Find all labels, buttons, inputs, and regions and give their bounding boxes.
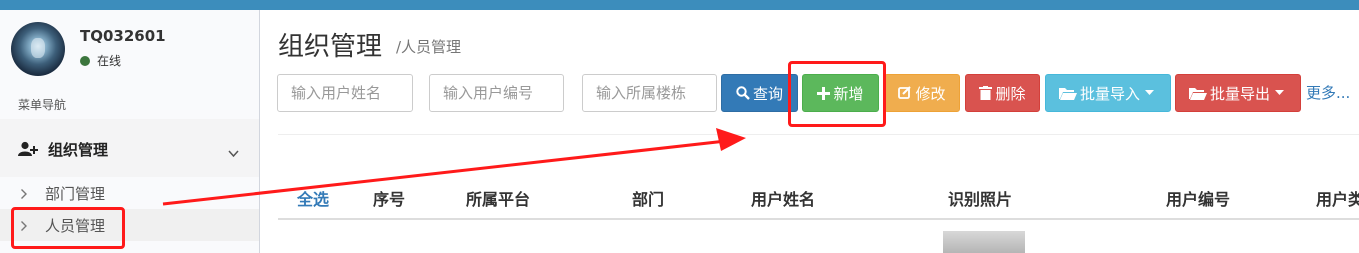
annotation-arrow: [162, 128, 746, 206]
